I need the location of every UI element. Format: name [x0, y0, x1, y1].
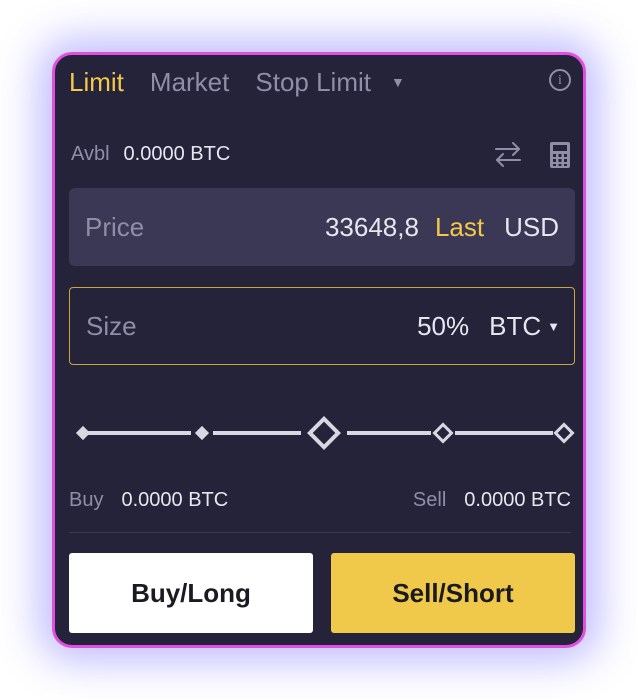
sell-balance-value: 0.0000 BTC [464, 489, 571, 511]
size-label: Size [86, 310, 137, 341]
slider-mark-0 [75, 425, 91, 441]
buy-balance-label: Buy [69, 489, 104, 511]
last-price-button[interactable]: Last [435, 212, 484, 243]
size-input[interactable]: Size 50% BTC ▼ [69, 287, 575, 365]
available-label: Avbl [71, 142, 110, 165]
tab-stop-limit[interactable]: Stop Limit [255, 67, 371, 98]
tab-market[interactable]: Market [150, 67, 229, 98]
price-input[interactable]: Price 33648,8 Last USD [69, 188, 575, 266]
buy-balance: Buy 0.0000 BTC [69, 489, 228, 512]
swap-arrows-icon[interactable] [493, 139, 523, 169]
slider-mark-100 [553, 422, 575, 444]
chevron-down-icon: ▼ [547, 318, 560, 334]
slider-mark-75 [432, 422, 454, 444]
info-icon[interactable]: i [549, 69, 571, 91]
size-value[interactable]: 50% [417, 311, 469, 342]
price-label: Price [85, 211, 145, 242]
slider-mark-25 [194, 425, 210, 441]
buy-long-button[interactable]: Buy/Long [69, 553, 313, 633]
available-value: 0.0000 BTC [123, 142, 231, 165]
buy-balance-value: 0.0000 BTC [121, 489, 229, 511]
tab-limit[interactable]: Limit [69, 67, 124, 98]
divider [69, 532, 571, 533]
size-unit-label: BTC [489, 310, 542, 341]
slider-handle[interactable] [307, 416, 341, 450]
size-slider[interactable] [69, 411, 579, 455]
order-balances: Buy 0.0000 BTC Sell 0.0000 BTC [69, 489, 571, 519]
calculator-icon[interactable] [549, 141, 571, 169]
sell-balance: Sell 0.0000 BTC [413, 489, 571, 512]
sell-balance-label: Sell [412, 489, 447, 511]
size-unit-select[interactable]: BTC ▼ [489, 311, 560, 342]
price-value[interactable]: 33648,8 [325, 212, 419, 243]
sell-short-button[interactable]: Sell/Short [331, 553, 575, 633]
available-balance: Avbl 0.0000 BTC [71, 139, 571, 169]
chevron-down-icon[interactable]: ▼ [391, 74, 405, 90]
price-unit: USD [504, 211, 559, 242]
order-panel: Limit Market Stop Limit ▼ i Avbl 0.0000 … [52, 52, 586, 648]
order-type-tabs: Limit Market Stop Limit ▼ i [69, 67, 571, 97]
